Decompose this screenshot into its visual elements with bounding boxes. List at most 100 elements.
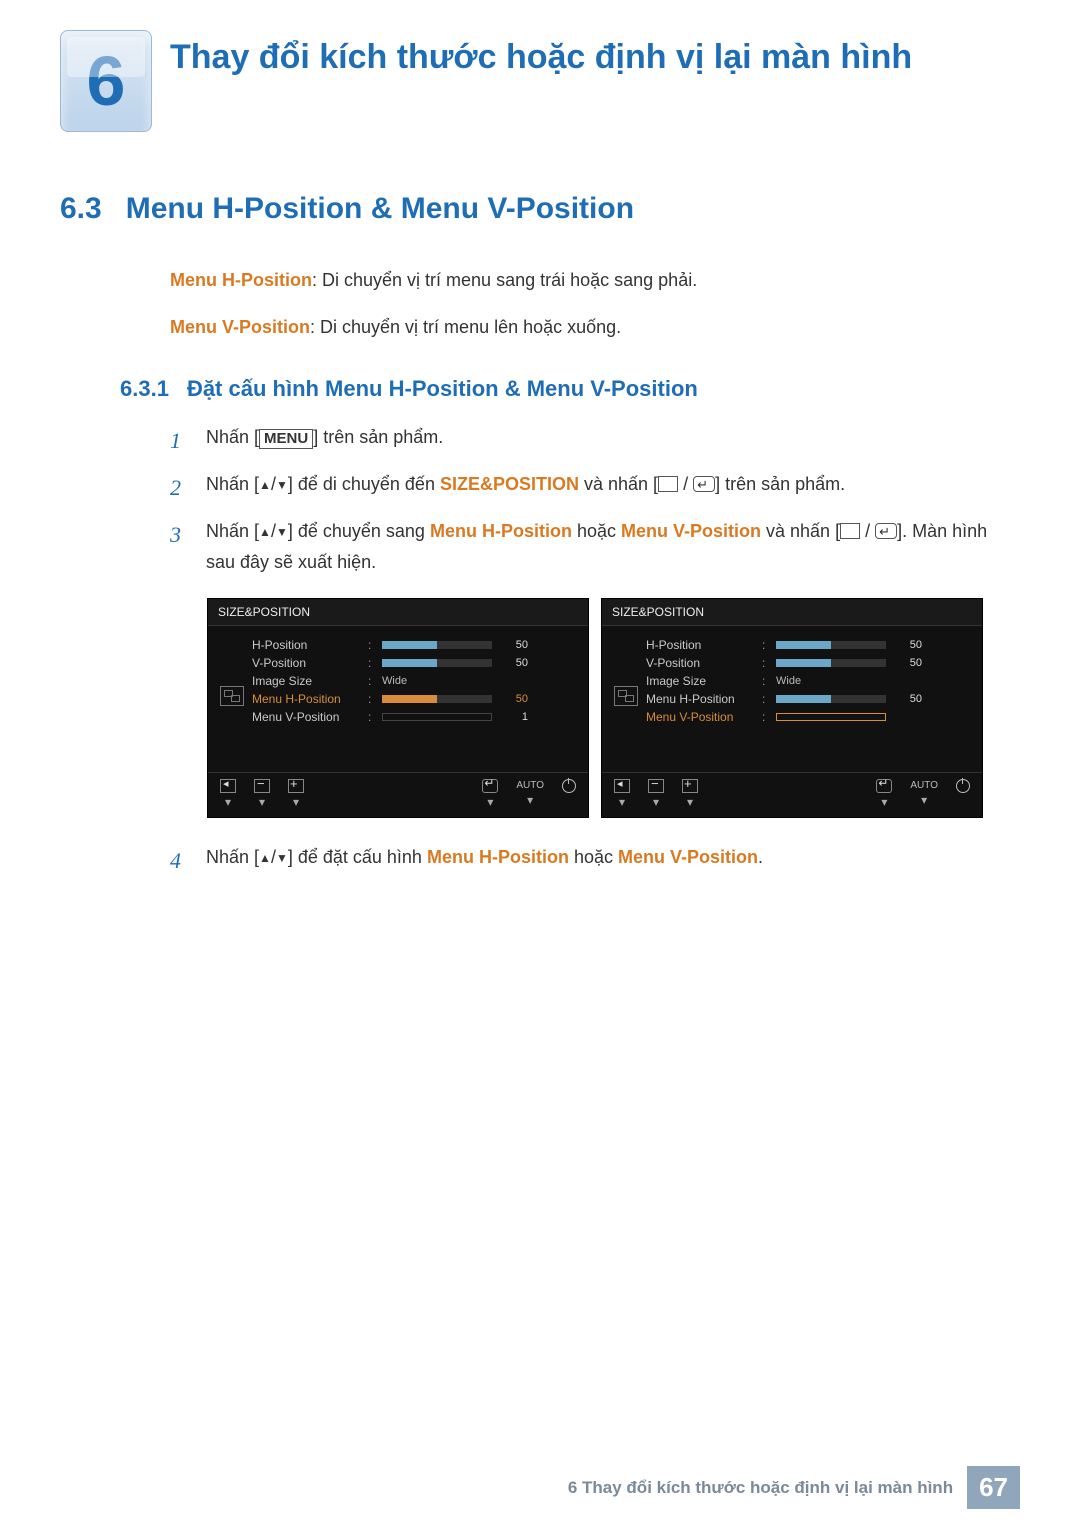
- t: Nhấn [: [206, 521, 259, 541]
- osd-icon-column: [220, 636, 244, 756]
- caret-down-icon: ▾: [225, 795, 231, 809]
- plus-icon: [288, 779, 304, 793]
- c: :: [368, 638, 376, 652]
- enter-icon: [693, 476, 715, 492]
- page: 6 Thay đổi kích thước hoặc định vị lại m…: [0, 0, 1080, 1527]
- caret-down-icon: ▾: [881, 795, 887, 809]
- section-number: 6.3: [60, 192, 102, 226]
- osd-footer-right: ▾ AUTO▾ ▾: [876, 779, 970, 809]
- l: Image Size: [646, 674, 756, 688]
- triangle-down-icon: ▼: [276, 848, 288, 868]
- chapter-header: 6 Thay đổi kích thước hoặc định vị lại m…: [60, 30, 1020, 132]
- menu-v-label: Menu V-Position: [621, 521, 761, 541]
- caret-down-icon: ▾: [527, 793, 533, 807]
- v: 50: [498, 657, 528, 669]
- section-title: Menu H-Position & Menu V-Position: [126, 192, 634, 226]
- subsection-number: 6.3.1: [120, 376, 169, 402]
- c: :: [762, 656, 770, 670]
- slider-fill: [776, 659, 831, 667]
- page-footer: 6 Thay đổi kích thước hoặc định vị lại m…: [568, 1466, 1020, 1509]
- slider-empty: [382, 713, 492, 721]
- step-body: Nhấn [▲/▼] để đặt cấu hình Menu H-Positi…: [206, 842, 1020, 879]
- triangle-up-icon: ▲: [259, 848, 271, 868]
- enter-icon: [876, 779, 892, 793]
- t: ] để chuyển sang: [288, 521, 430, 541]
- size-position-label: SIZE&POSITION: [440, 474, 579, 494]
- l: Menu H-Position: [252, 692, 362, 706]
- triangle-up-icon: ▲: [259, 522, 271, 542]
- back-icon: [220, 779, 236, 793]
- osd-item-hposition: H-Position: 50: [252, 636, 576, 654]
- caret-down-icon: ▾: [653, 795, 659, 809]
- enter-icon: [482, 779, 498, 793]
- power-icon: [956, 779, 970, 793]
- osd-footer-left: ▾ ▾ ▾: [220, 779, 304, 809]
- power-icon: [562, 779, 576, 793]
- slider-fill: [382, 695, 437, 703]
- osd-item-imagesize: Image Size: Wide: [646, 672, 970, 690]
- menu-key: MENU: [259, 429, 313, 449]
- t: .: [758, 847, 763, 867]
- osd-item-imagesize: Image Size: Wide: [252, 672, 576, 690]
- step-number: 3: [170, 516, 188, 577]
- chapter-number: 6: [87, 41, 126, 121]
- step-body: Nhấn [▲/▼] để di chuyển đến SIZE&POSITIO…: [206, 469, 1020, 506]
- rect-icon: [840, 523, 860, 539]
- caret-down-icon: ▾: [921, 793, 927, 807]
- chapter-title: Thay đổi kích thước hoặc định vị lại màn…: [170, 36, 912, 79]
- slider: [776, 641, 886, 649]
- triangle-down-icon: ▼: [276, 522, 288, 542]
- c: :: [762, 638, 770, 652]
- step-4: 4 Nhấn [▲/▼] để đặt cấu hình Menu H-Posi…: [170, 842, 1020, 879]
- description-h: Menu H-Position: Di chuyển vị trí menu s…: [60, 266, 1020, 295]
- l: Menu V-Position: [646, 710, 756, 724]
- footer-page-number: 67: [967, 1466, 1020, 1509]
- slider: [382, 659, 492, 667]
- l: V-Position: [646, 656, 756, 670]
- t: ] để di chuyển đến: [288, 474, 440, 494]
- chapter-number-badge: 6: [60, 30, 152, 132]
- osd-item-menu-h: Menu H-Position: 50: [252, 690, 576, 708]
- footer-text: 6 Thay đổi kích thước hoặc định vị lại m…: [568, 1478, 953, 1498]
- osd-footer-right: ▾ AUTO▾ ▾: [482, 779, 576, 809]
- v: 50: [892, 693, 922, 705]
- t: ] trên sản phẩm.: [715, 474, 845, 494]
- step-body: Nhấn [▲/▼] để chuyển sang Menu H-Positio…: [206, 516, 1020, 577]
- desc-v-text: : Di chuyển vị trí menu lên hoặc xuống.: [310, 317, 621, 337]
- osd-list: H-Position: 50 V-Position: 50 Image Size…: [646, 636, 970, 756]
- osd-panel-right: SIZE&POSITION H-Position: 50 V-Position:…: [601, 598, 983, 818]
- menu-h-label: Menu H-Position: [430, 521, 572, 541]
- t: và nhấn [: [579, 474, 658, 494]
- l: Menu V-Position: [252, 710, 362, 724]
- slider: [776, 695, 886, 703]
- slider: [382, 695, 492, 703]
- step-number: 4: [170, 842, 188, 879]
- osd-list: H-Position: 50 V-Position: 50 Image Size…: [252, 636, 576, 756]
- section-heading: 6.3 Menu H-Position & Menu V-Position: [60, 192, 1020, 226]
- v: 50: [892, 657, 922, 669]
- step-3: 3 Nhấn [▲/▼] để chuyển sang Menu H-Posit…: [170, 516, 1020, 577]
- osd-footer-left: ▾ ▾ ▾: [614, 779, 698, 809]
- slider-fill: [382, 641, 437, 649]
- c: :: [368, 674, 376, 688]
- slider-fill: [776, 641, 831, 649]
- osd-panel-left: SIZE&POSITION H-Position: 50 V-Position:…: [207, 598, 589, 818]
- minus-icon: [648, 779, 664, 793]
- osd-title: SIZE&POSITION: [208, 599, 588, 626]
- l: Image Size: [252, 674, 362, 688]
- t: Nhấn [: [206, 847, 259, 867]
- step-number: 1: [170, 422, 188, 459]
- v: 1: [498, 711, 528, 723]
- osd-item-hposition: H-Position: 50: [646, 636, 970, 654]
- t: ] để đặt cấu hình: [288, 847, 427, 867]
- t: hoặc: [572, 521, 621, 541]
- c: :: [762, 710, 770, 724]
- step-2: 2 Nhấn [▲/▼] để di chuyển đến SIZE&POSIT…: [170, 469, 1020, 506]
- steps-list-cont: 4 Nhấn [▲/▼] để đặt cấu hình Menu H-Posi…: [60, 842, 1020, 879]
- osd-title: SIZE&POSITION: [602, 599, 982, 626]
- c: :: [762, 674, 770, 688]
- t: Nhấn [: [206, 474, 259, 494]
- desc-v-label: Menu V-Position: [170, 317, 310, 337]
- description-v: Menu V-Position: Di chuyển vị trí menu l…: [60, 313, 1020, 342]
- slider-empty: [776, 713, 886, 721]
